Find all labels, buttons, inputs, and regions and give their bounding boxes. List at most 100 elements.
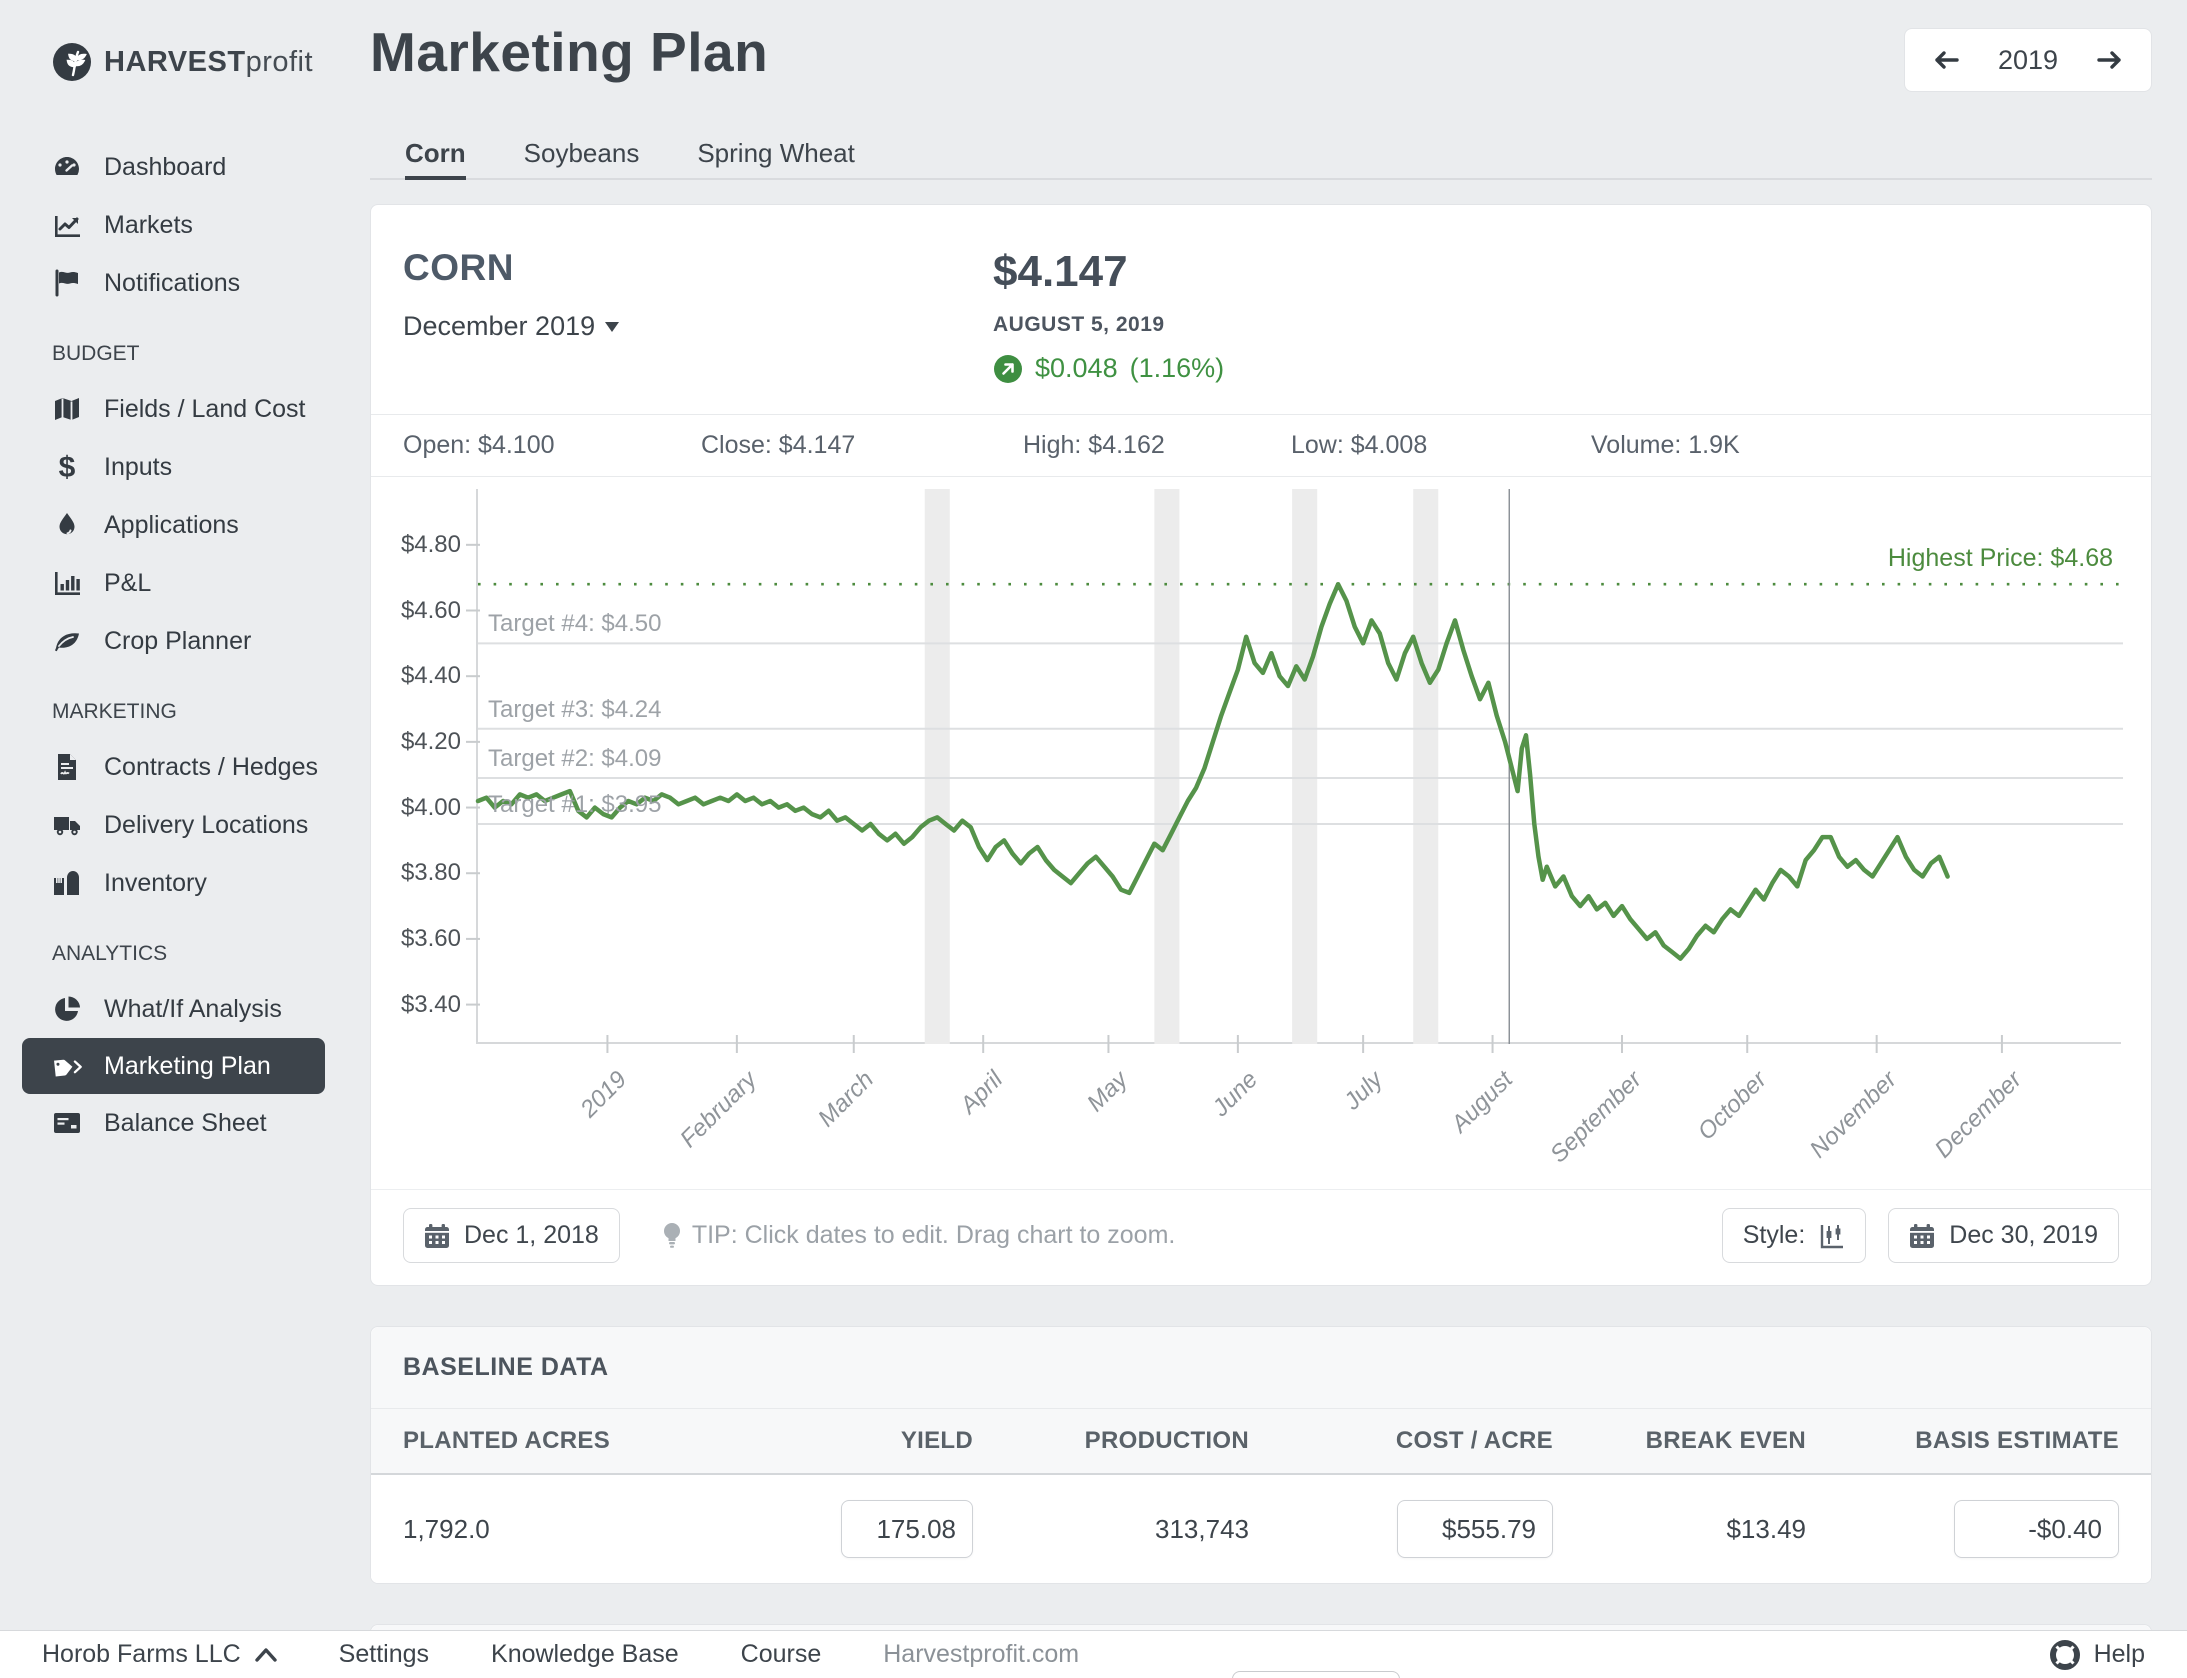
app-logo-text: HARVESTprofit [104,46,313,79]
baseline-data-row: 1,792.0 313,743 $13.49 [371,1475,2151,1583]
sidebar-item-label: Inventory [104,869,207,898]
chart-style-button[interactable]: Style: [1722,1208,1867,1263]
baseline-header-row: PLANTED ACRES YIELD PRODUCTION COST / AC… [371,1409,2151,1475]
main-content: Marketing Plan 2019 Corn Soybeans Spring… [345,0,2187,1678]
sidebar-item-label: What/If Analysis [104,995,282,1024]
sidebar-item-label: Crop Planner [104,627,251,656]
sidebar-item-pnl[interactable]: P&L [0,554,345,612]
sidebar-item-inputs[interactable]: $ Inputs [0,438,345,496]
y-axis-tick-label: $4.80 [371,531,461,559]
x-axis-tick-label: November [1804,1066,1902,1164]
account-name: Horob Farms LLC [42,1640,241,1669]
highest-price-label: Highest Price: $4.68 [1888,544,2113,573]
sidebar-item-notifications[interactable]: Notifications [0,254,345,312]
basis-estimate-input[interactable] [1954,1500,2119,1558]
column-header-break-even: BREAK EVEN [1553,1427,1806,1455]
end-date-label: Dec 30, 2019 [1949,1221,2098,1250]
footer-link-settings[interactable]: Settings [339,1640,429,1669]
price-chart-plot[interactable] [476,489,2121,1044]
price-chart-card: CORN December 2019 $4.147 AUGUST 5, 2019… [370,204,2152,1286]
x-axis-tick-label: September [1545,1066,1648,1169]
x-axis-tick-label: 2019 [576,1066,634,1124]
stat-high: High: $4.162 [1023,431,1291,460]
truck-icon [52,810,82,840]
target-line-label: Target #4: $4.50 [488,610,661,638]
ohlc-row: Open: $4.100 Close: $4.147 High: $4.162 … [371,414,2151,477]
clipped-trigger-input[interactable] [1232,1671,1400,1678]
column-header-planted-acres: PLANTED ACRES [403,1427,643,1455]
footer-link-harvestprofit[interactable]: Harvestprofit.com [883,1640,1079,1669]
change-amount: $0.048 [1035,353,1118,384]
logo-secondary: profit [246,46,313,78]
sidebar-item-dashboard[interactable]: Dashboard [0,138,345,196]
x-axis-tick-label: October [1693,1066,1773,1146]
commodity-name: CORN [403,247,993,289]
last-price: $4.147 [993,247,1224,297]
lightbulb-icon [660,1221,684,1251]
footer-link-knowledge-base[interactable]: Knowledge Base [491,1640,679,1669]
start-date-button[interactable]: Dec 1, 2018 [403,1208,620,1263]
leaf-icon [52,626,82,656]
year-navigator: 2019 [1904,28,2152,92]
droplet-icon [52,510,82,540]
cost-per-acre-input[interactable] [1397,1500,1553,1558]
sidebar-item-applications[interactable]: Applications [0,496,345,554]
change-percent: (1.16%) [1130,353,1225,384]
y-axis-tick-label: $3.80 [371,859,461,887]
y-axis-tick-label: $3.60 [371,925,461,953]
sidebar-item-what-if-analysis[interactable]: What/If Analysis [0,980,345,1038]
previous-year-arrow-icon[interactable] [1931,45,1961,75]
price-chart-region: $4.80$4.60$4.40$4.20$4.00$3.80$3.60$3.40… [371,477,2151,1189]
sidebar-item-label: Balance Sheet [104,1109,267,1138]
next-year-arrow-icon[interactable] [2095,45,2125,75]
sidebar-item-label: Markets [104,211,193,240]
sidebar-item-crop-planner[interactable]: Crop Planner [0,612,345,670]
help-button[interactable]: Help [2050,1640,2145,1670]
footer-bar: Horob Farms LLC Settings Knowledge Base … [0,1630,2187,1678]
contract-dropdown[interactable]: December 2019 [403,311,993,342]
x-axis-tick-label: March [813,1066,880,1133]
account-switcher[interactable]: Horob Farms LLC [42,1640,277,1669]
help-label: Help [2094,1640,2145,1669]
y-axis-tick-label: $4.20 [371,728,461,756]
logo-primary: HARVEST [104,46,246,78]
price-change: $0.048 (1.16%) [993,353,1224,384]
price-date: AUGUST 5, 2019 [993,313,1224,337]
chart-footer: Dec 1, 2018 TIP: Click dates to edit. Dr… [371,1189,2151,1285]
column-header-yield: YIELD [643,1427,973,1455]
contract-label: December 2019 [403,311,595,342]
sidebar-nav: Dashboard Markets Notifications BUDGET F… [0,138,345,1152]
bar-chart-icon [52,568,82,598]
tab-spring-wheat[interactable]: Spring Wheat [697,138,855,178]
end-date-button[interactable]: Dec 30, 2019 [1888,1208,2119,1263]
sidebar-item-inventory[interactable]: Inventory [0,854,345,912]
tab-soybeans[interactable]: Soybeans [524,138,640,178]
start-date-label: Dec 1, 2018 [464,1221,599,1250]
yield-input[interactable] [841,1500,973,1558]
baseline-data-title: BASELINE DATA [371,1327,2151,1409]
tab-corn[interactable]: Corn [405,138,466,180]
planted-acres-value: 1,792.0 [403,1514,643,1545]
sidebar-item-balance-sheet[interactable]: Balance Sheet [0,1094,345,1152]
baseline-data-card: BASELINE DATA PLANTED ACRES YIELD PRODUC… [370,1326,2152,1584]
candlestick-chart-icon [1819,1223,1845,1249]
sidebar-item-delivery-locations[interactable]: Delivery Locations [0,796,345,854]
calendar-icon [424,1223,450,1249]
chart-line-icon [52,210,82,240]
sidebar-item-label: Marketing Plan [104,1052,271,1081]
chevron-up-icon [255,1647,277,1663]
pie-chart-icon [52,994,82,1024]
column-header-cost-acre: COST / ACRE [1249,1427,1553,1455]
sidebar-item-fields-land-cost[interactable]: Fields / Land Cost [0,380,345,438]
stat-open: Open: $4.100 [403,431,701,460]
app-root: HARVESTprofit Dashboard Markets Notifica… [0,0,2187,1678]
sidebar-item-contracts-hedges[interactable]: Contracts / Hedges [0,738,345,796]
app-logo[interactable]: HARVESTprofit [0,34,345,90]
column-header-production: PRODUCTION [973,1427,1249,1455]
arrow-up-right-circle-icon [993,354,1023,384]
sidebar-item-markets[interactable]: Markets [0,196,345,254]
sidebar-item-marketing-plan[interactable]: Marketing Plan [22,1038,325,1094]
sidebar-heading-budget: BUDGET [0,312,345,380]
sidebar-item-label: Delivery Locations [104,811,308,840]
footer-link-course[interactable]: Course [741,1640,822,1669]
